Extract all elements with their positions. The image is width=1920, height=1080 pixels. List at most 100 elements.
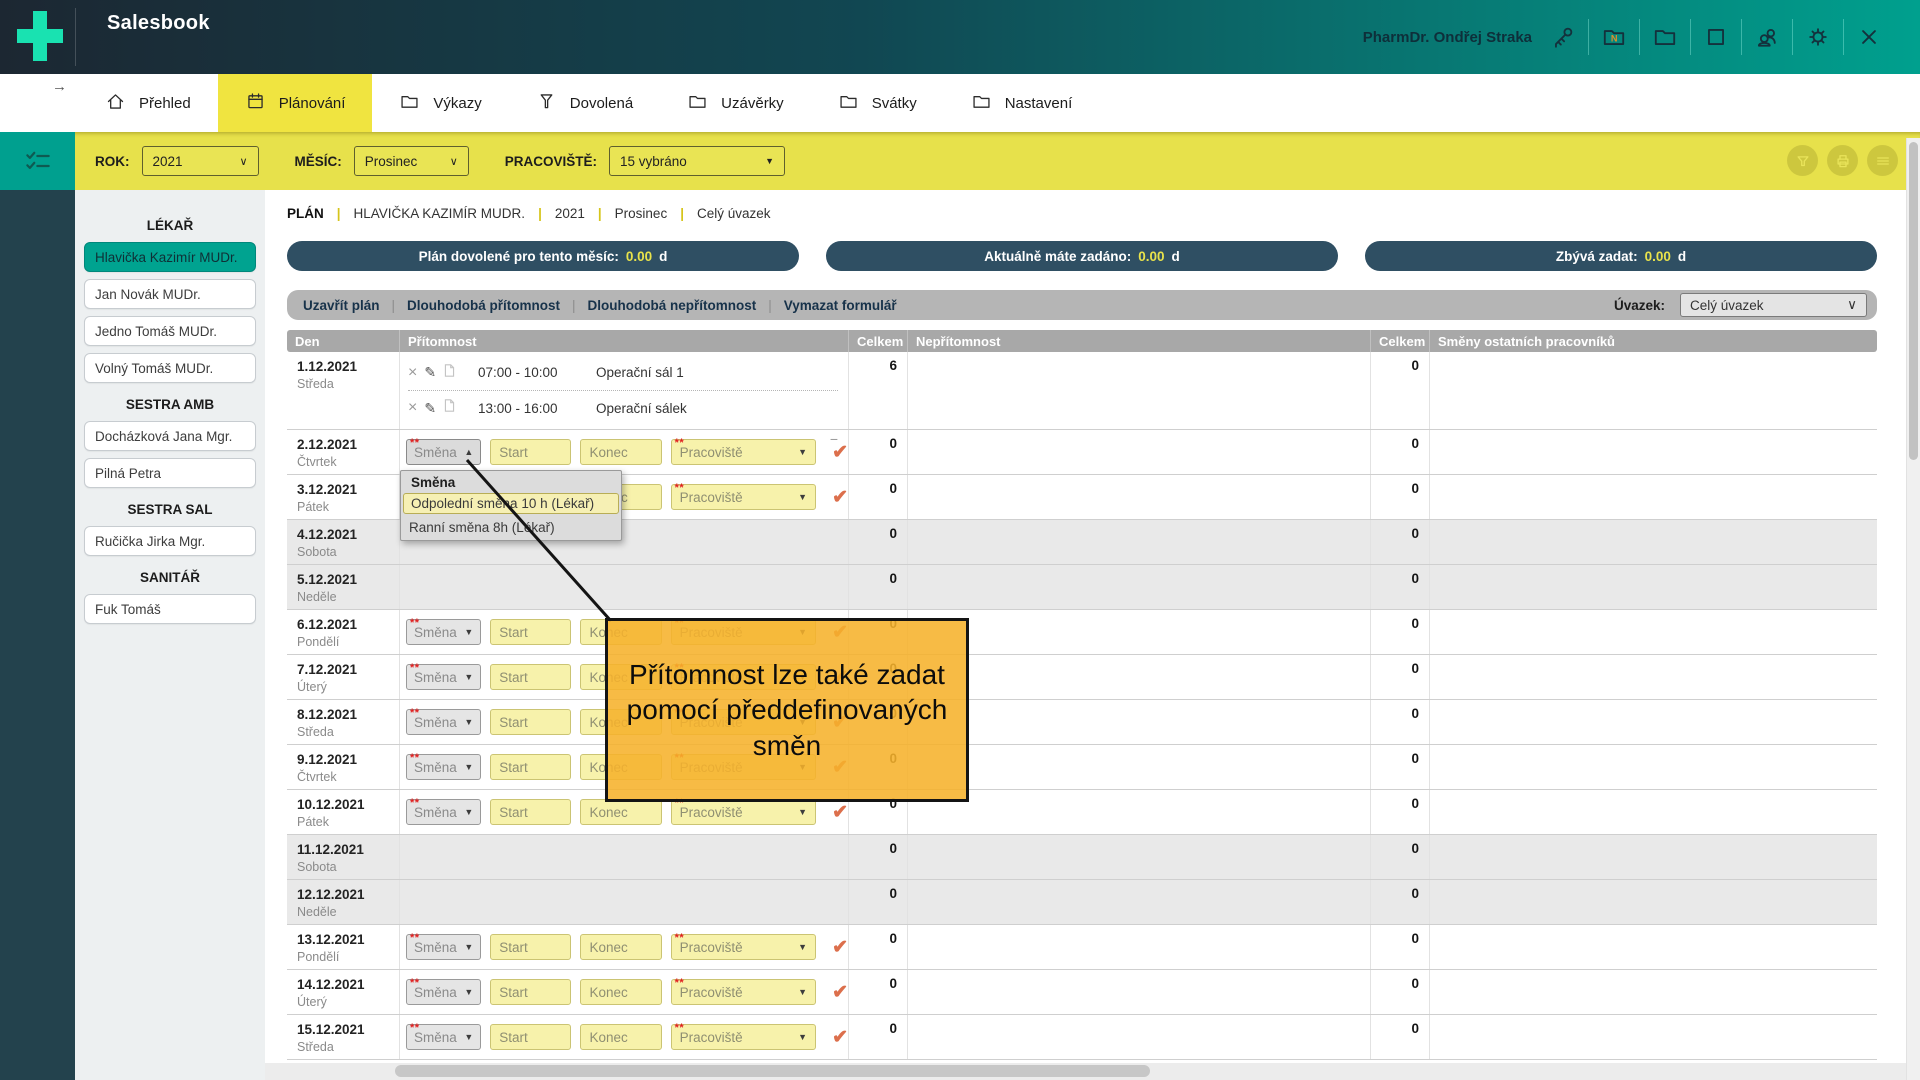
pracoviste-select[interactable]: **Pracoviště▼ bbox=[671, 484, 816, 510]
total-presence-cell: 6 bbox=[849, 352, 908, 429]
required-marker: ** bbox=[410, 932, 420, 944]
nav-arrow-icon[interactable]: → bbox=[52, 78, 67, 95]
filter-button[interactable] bbox=[1787, 145, 1818, 176]
tab-bar: → PřehledPlánováníVýkazyDovolenáUzávěrky… bbox=[0, 74, 1920, 132]
start-input[interactable]: Start bbox=[490, 934, 571, 960]
start-input[interactable]: Start bbox=[490, 1024, 571, 1050]
start-input[interactable]: Start bbox=[490, 709, 571, 735]
start-input[interactable]: Start bbox=[490, 799, 571, 825]
sidebar-person[interactable]: Ručička Jirka Mgr. bbox=[84, 526, 256, 556]
copy-icon[interactable] bbox=[443, 398, 456, 418]
konec-input[interactable]: Konec bbox=[580, 799, 661, 825]
sidebar-person[interactable]: Pilná Petra bbox=[84, 458, 256, 488]
confirm-check-button[interactable]: ✔ bbox=[832, 936, 848, 959]
menu-button[interactable] bbox=[1867, 145, 1898, 176]
mesic-select[interactable]: Prosinec∨ bbox=[354, 146, 469, 176]
horizontal-scrollbar-thumb[interactable] bbox=[395, 1065, 1150, 1077]
sidebar-person[interactable]: Docházková Jana Mgr. bbox=[84, 421, 256, 451]
close-icon[interactable] bbox=[1854, 22, 1884, 52]
pracoviste-select[interactable]: **Pracoviště▼ bbox=[671, 934, 816, 960]
confirm-check-button[interactable]: ✔ bbox=[832, 801, 848, 824]
sidebar-person[interactable]: Volný Tomáš MUDr. bbox=[84, 353, 256, 383]
copy-icon[interactable] bbox=[443, 363, 456, 383]
sidebar-person[interactable]: Hlavička Kazimír MUDr. bbox=[84, 242, 256, 272]
shift-option[interactable]: Odpolední směna 10 h (Lékař) bbox=[403, 493, 619, 514]
smena-select[interactable]: **Směna▼ bbox=[406, 754, 481, 780]
folder-new-icon[interactable]: N bbox=[1599, 22, 1629, 52]
konec-input[interactable]: Konec bbox=[580, 1024, 661, 1050]
confirm-check-button[interactable]: ✔ bbox=[832, 486, 848, 509]
delete-icon[interactable]: × bbox=[408, 400, 417, 416]
field-placeholder: Start bbox=[499, 625, 528, 640]
delete-icon[interactable]: × bbox=[408, 365, 417, 381]
presence-cell bbox=[400, 835, 849, 879]
sidebar-person[interactable]: Fuk Tomáš bbox=[84, 594, 256, 624]
users-icon[interactable] bbox=[1752, 22, 1782, 52]
table-row: 15.12.2021Středa**Směna▼StartKonec**Prac… bbox=[287, 1015, 1877, 1060]
tab-dovolená[interactable]: Dovolená bbox=[509, 74, 660, 132]
konec-input[interactable]: Konec bbox=[580, 439, 661, 465]
start-input[interactable]: Start bbox=[490, 664, 571, 690]
konec-input[interactable]: Konec bbox=[580, 934, 661, 960]
pracoviste-select[interactable]: **Pracoviště▼ bbox=[671, 799, 816, 825]
header-icon-divider bbox=[1639, 19, 1640, 55]
smena-select[interactable]: **Směna▼ bbox=[406, 709, 481, 735]
day-cell: 12.12.2021Neděle bbox=[287, 880, 400, 924]
toolbar-action[interactable]: Vymazat formulář bbox=[784, 298, 897, 313]
sidebar-toggle[interactable] bbox=[0, 132, 75, 190]
pracoviste-select[interactable]: **Pracoviště▼ bbox=[671, 979, 816, 1005]
caret-icon: ▼ bbox=[798, 942, 807, 952]
tab-přehled[interactable]: Přehled bbox=[78, 74, 218, 132]
confirm-check-button[interactable]: ✔ bbox=[832, 1026, 848, 1049]
smena-select[interactable]: **Směna▼ bbox=[406, 664, 481, 690]
window-icon[interactable] bbox=[1701, 22, 1731, 52]
settings-gear-icon[interactable] bbox=[1803, 22, 1833, 52]
rok-select[interactable]: 2021∨ bbox=[142, 146, 259, 176]
field-placeholder: Pracoviště bbox=[680, 805, 743, 820]
pracoviste-select[interactable]: 15 vybráno▼ bbox=[609, 146, 785, 176]
edit-icon[interactable]: ✎ bbox=[424, 400, 436, 417]
pracoviste-label: PRACOVIŠTĚ: bbox=[505, 154, 597, 169]
tab-nastavení[interactable]: Nastavení bbox=[944, 74, 1100, 132]
vertical-scrollbar[interactable] bbox=[1906, 138, 1920, 1080]
collapse-minus-button[interactable]: − bbox=[830, 431, 838, 447]
table-row: 9.12.2021Čtvrtek**Směna▼StartKonec**Prac… bbox=[287, 745, 1877, 790]
horizontal-scrollbar[interactable] bbox=[265, 1063, 1906, 1080]
konec-input[interactable]: Konec bbox=[580, 979, 661, 1005]
smena-select[interactable]: **Směna▲ bbox=[406, 439, 481, 465]
smena-select[interactable]: **Směna▼ bbox=[406, 1024, 481, 1050]
sidebar-person[interactable]: Jedno Tomáš MUDr. bbox=[84, 316, 256, 346]
toolbar-action[interactable]: Uzavřít plán bbox=[303, 298, 380, 313]
pracoviste-select[interactable]: **Pracoviště▼ bbox=[671, 1024, 816, 1050]
tab-plánování[interactable]: Plánování bbox=[218, 74, 373, 132]
smena-select[interactable]: **Směna▼ bbox=[406, 619, 481, 645]
toolbar-action[interactable]: Dlouhodobá nepřítomnost bbox=[588, 298, 757, 313]
uvazek-select[interactable]: Celý úvazek∨ bbox=[1680, 293, 1867, 317]
smena-select[interactable]: **Směna▼ bbox=[406, 799, 481, 825]
row-date: 12.12.2021 bbox=[297, 885, 399, 905]
vertical-scrollbar-thumb[interactable] bbox=[1909, 142, 1918, 460]
smena-select[interactable]: **Směna▼ bbox=[406, 979, 481, 1005]
start-input[interactable]: Start bbox=[490, 439, 571, 465]
start-input[interactable]: Start bbox=[490, 619, 571, 645]
shift-option[interactable]: Ranní směna 8h (Lékař) bbox=[401, 517, 621, 538]
start-input[interactable]: Start bbox=[490, 979, 571, 1005]
print-button[interactable] bbox=[1827, 145, 1858, 176]
smena-select[interactable]: **Směna▼ bbox=[406, 934, 481, 960]
confirm-check-button[interactable]: ✔ bbox=[832, 981, 848, 1004]
toolbar-action[interactable]: Dlouhodobá přítomnost bbox=[407, 298, 560, 313]
presence-entry: ×✎07:00 - 10:00Operační sál 1 bbox=[408, 356, 838, 391]
caret-icon: ▼ bbox=[464, 807, 473, 817]
sidebar-person[interactable]: Jan Novák MUDr. bbox=[84, 279, 256, 309]
presence-cell: **Směna▼ Start Konec **Pracoviště▼ ✔ bbox=[400, 1015, 849, 1059]
total-absence-cell: 0 bbox=[1371, 610, 1430, 654]
key-icon[interactable] bbox=[1548, 22, 1578, 52]
start-input[interactable]: Start bbox=[490, 754, 571, 780]
pracoviste-select[interactable]: **Pracoviště▼ bbox=[671, 439, 816, 465]
edit-icon[interactable]: ✎ bbox=[424, 364, 436, 381]
tab-svátky[interactable]: Svátky bbox=[811, 74, 944, 132]
tab-výkazy[interactable]: Výkazy bbox=[372, 74, 508, 132]
tab-uzávěrky[interactable]: Uzávěrky bbox=[660, 74, 811, 132]
row-dayname: Čtvrtek bbox=[297, 770, 399, 784]
folder-icon[interactable] bbox=[1650, 22, 1680, 52]
